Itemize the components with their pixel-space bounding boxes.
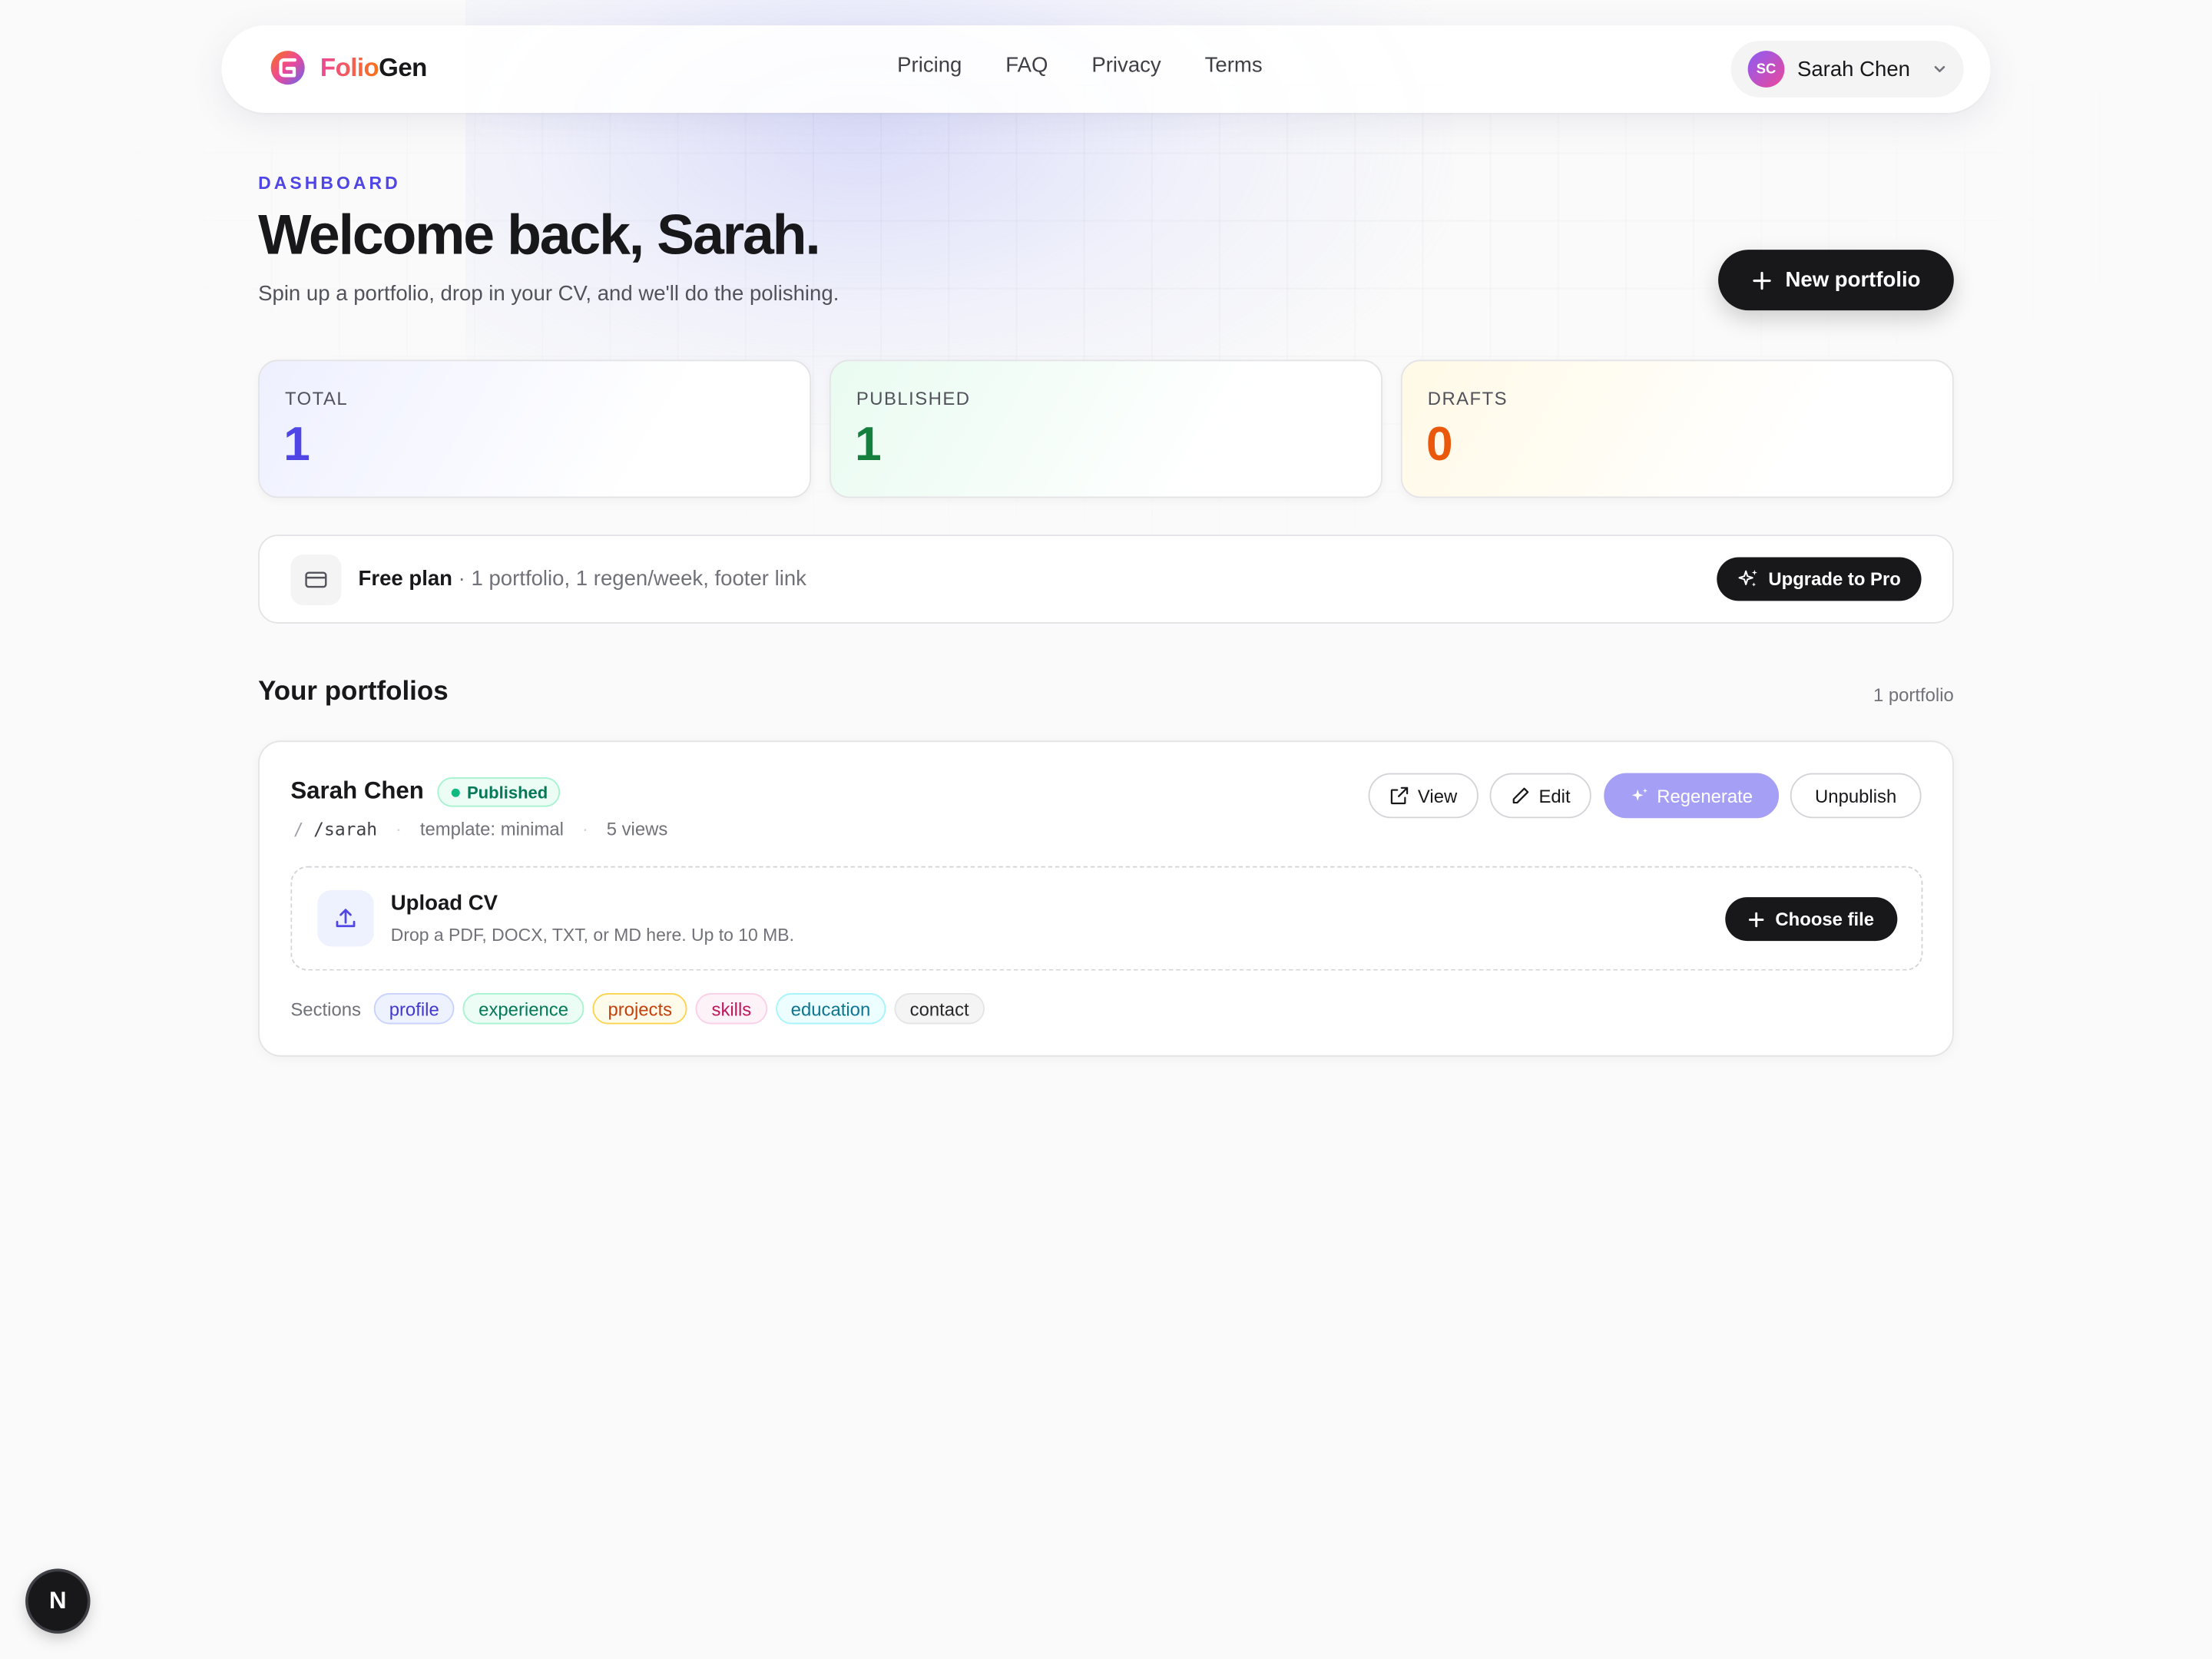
choose-file-label: Choose file xyxy=(1775,908,1875,930)
stat-card-drafts: DRAFTS 0 xyxy=(1400,359,1954,498)
nav-link-privacy[interactable]: Privacy xyxy=(1091,54,1161,78)
stat-card-published: PUBLISHED 1 xyxy=(829,359,1382,498)
brand[interactable]: FolioGen xyxy=(270,49,427,86)
credit-card-icon xyxy=(305,571,327,588)
page: FolioGen Pricing FAQ Privacy Terms SC Sa… xyxy=(0,0,2212,1659)
avatar: SC xyxy=(1747,51,1785,88)
sections-list: Sections profile experience projects ski… xyxy=(290,993,985,1025)
upload-icon xyxy=(336,909,356,928)
stat-card-total: TOTAL 1 xyxy=(258,359,812,498)
new-portfolio-button[interactable]: New portfolio xyxy=(1718,250,1954,311)
user-name: Sarah Chen xyxy=(1796,57,1911,81)
nav-link-terms[interactable]: Terms xyxy=(1205,54,1263,78)
brand-name-part2: Gen xyxy=(379,52,427,81)
unpublish-button[interactable]: Unpublish xyxy=(1790,773,1922,819)
section-chip-education[interactable]: education xyxy=(775,993,886,1025)
sections-label: Sections xyxy=(290,998,361,1020)
portfolio-slug: /sarah xyxy=(313,818,378,839)
plus-icon xyxy=(1752,270,1770,290)
plus-icon xyxy=(1749,911,1765,927)
page-eyebrow: DASHBOARD xyxy=(258,173,401,194)
background-grid xyxy=(0,84,2212,593)
upload-title: Upload CV xyxy=(390,891,498,916)
section-chip-skills[interactable]: skills xyxy=(696,993,767,1025)
chevron-down-icon xyxy=(1934,65,1945,73)
sparkles-icon xyxy=(1631,787,1647,800)
upload-cv-dropzone[interactable]: Upload CV Drop a PDF, DOCX, TXT, or MD h… xyxy=(290,866,1923,971)
portfolio-name: Sarah Chen xyxy=(290,777,424,804)
foliogen-logo-icon xyxy=(270,51,305,85)
page-title: Welcome back, Sarah. xyxy=(258,204,821,267)
choose-file-button[interactable]: Choose file xyxy=(1725,897,1898,942)
upload-icon-box xyxy=(317,889,374,947)
stat-value: 0 xyxy=(1426,417,1453,472)
portfolio-card: Sarah Chen Published / /sarah · template… xyxy=(258,740,1954,1057)
upgrade-to-pro-button[interactable]: Upgrade to Pro xyxy=(1717,557,1922,601)
section-title: Your portfolios xyxy=(258,677,449,707)
regenerate-button[interactable]: Regenerate xyxy=(1604,773,1780,819)
stat-label: PUBLISHED xyxy=(856,388,971,409)
brand-name: FolioGen xyxy=(320,53,427,83)
dev-indicator-button[interactable]: N xyxy=(28,1571,88,1631)
meta-separator: · xyxy=(581,818,588,839)
edit-label: Edit xyxy=(1538,785,1571,806)
plan-banner: Free plan · 1 portfolio, 1 regen/week, f… xyxy=(258,535,1954,624)
unpublish-label: Unpublish xyxy=(1815,785,1897,806)
pencil-icon xyxy=(1512,787,1528,804)
nav-link-faq[interactable]: FAQ xyxy=(1005,54,1048,78)
portfolio-views: 5 views xyxy=(606,818,668,839)
stat-label: DRAFTS xyxy=(1427,388,1508,409)
upgrade-label: Upgrade to Pro xyxy=(1768,568,1901,590)
brand-name-part1: Folio xyxy=(320,52,379,81)
sparkles-icon xyxy=(1737,569,1757,587)
top-navbar: FolioGen Pricing FAQ Privacy Terms SC Sa… xyxy=(221,25,1991,113)
regenerate-label: Regenerate xyxy=(1657,785,1753,806)
user-menu-button[interactable]: SC Sarah Chen xyxy=(1730,41,1964,98)
section-chip-experience[interactable]: experience xyxy=(462,993,584,1025)
status-badge: Published xyxy=(437,777,561,807)
external-link-icon xyxy=(1390,786,1409,805)
plan-text: Free plan · 1 portfolio, 1 regen/week, f… xyxy=(359,567,806,591)
view-label: View xyxy=(1417,785,1458,806)
stat-value: 1 xyxy=(283,417,310,472)
stat-label: TOTAL xyxy=(285,388,349,409)
plan-name: Free plan xyxy=(358,567,453,591)
edit-button[interactable]: Edit xyxy=(1489,773,1591,819)
plan-details: · 1 portfolio, 1 regen/week, footer link xyxy=(452,567,806,591)
view-button[interactable]: View xyxy=(1368,773,1479,819)
page-subtitle: Spin up a portfolio, drop in your CV, an… xyxy=(258,282,839,306)
nav-link-pricing[interactable]: Pricing xyxy=(897,54,962,78)
section-chip-projects[interactable]: projects xyxy=(592,993,688,1025)
plan-icon-box xyxy=(290,554,342,605)
section-chip-profile[interactable]: profile xyxy=(373,993,455,1025)
upload-subtitle: Drop a PDF, DOCX, TXT, or MD here. Up to… xyxy=(390,925,795,945)
section-chip-contact[interactable]: contact xyxy=(894,993,985,1025)
portfolio-meta: / /sarah · template: minimal · 5 views xyxy=(293,818,667,839)
stat-value: 1 xyxy=(855,417,882,472)
new-portfolio-label: New portfolio xyxy=(1785,267,1921,293)
portfolio-count: 1 portfolio xyxy=(1873,684,1954,706)
nav-links: Pricing FAQ Privacy Terms xyxy=(897,54,1263,78)
meta-separator: · xyxy=(395,818,402,839)
portfolio-template: template: minimal xyxy=(419,818,564,839)
slug-prefix: / xyxy=(293,819,304,839)
